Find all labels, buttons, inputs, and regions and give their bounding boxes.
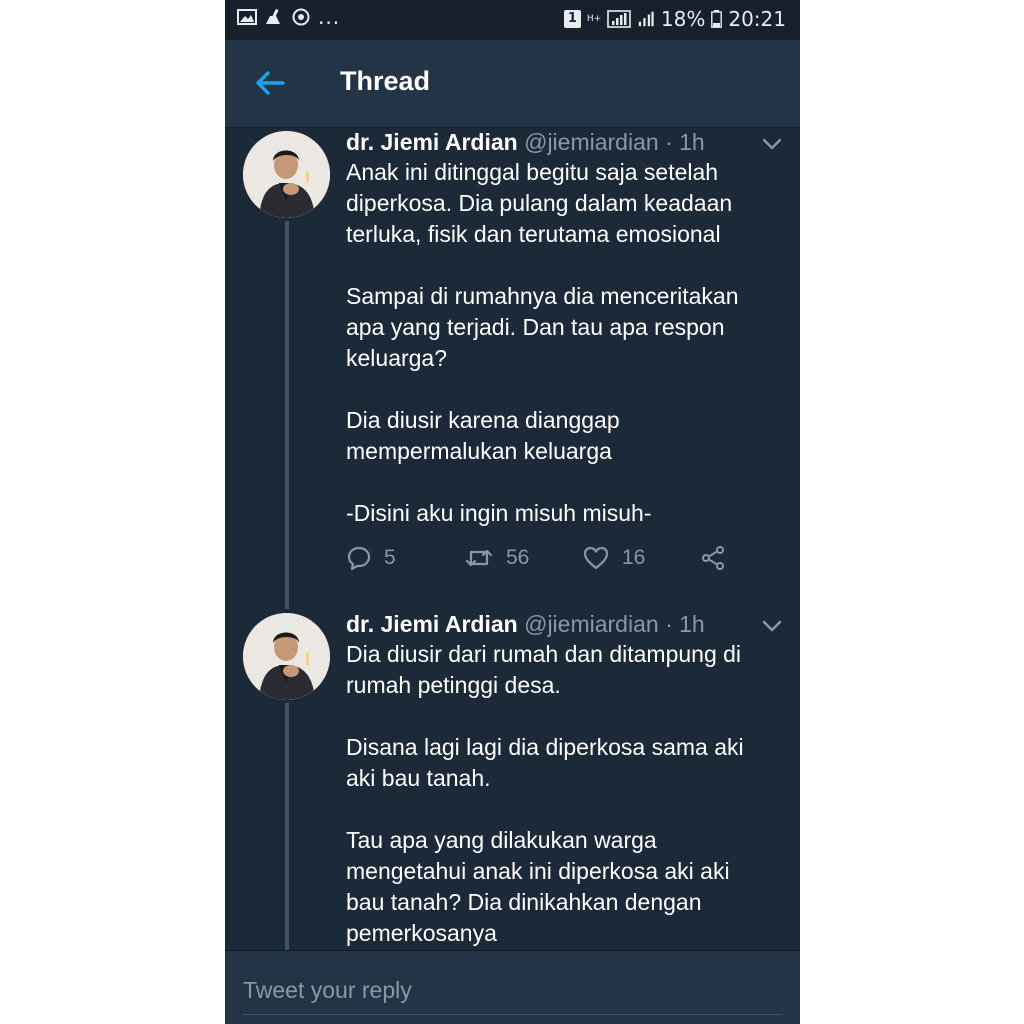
tweet-text: Dia diusir dari rumah dan ditampung di r… (346, 641, 744, 946)
gallery-icon (237, 9, 257, 25)
arrow-left-icon[interactable] (253, 68, 287, 98)
app-header: Thread (225, 40, 800, 128)
retweet-button[interactable]: 56 (464, 545, 529, 571)
page-title: Thread (340, 66, 431, 96)
tweet-text: Anak ini ditinggal begitu saja setelah d… (346, 159, 739, 526)
reply-input[interactable] (243, 971, 763, 1009)
tweet[interactable]: dr. Jiemi Ardian @jiemiardian · 1h Anak … (225, 129, 800, 609)
battery-percent: 18% (660, 7, 706, 31)
signal-bars-icon (638, 11, 654, 27)
tweet[interactable]: dr. Jiemi Ardian @jiemiardian · 1h Dia d… (225, 611, 800, 950)
reply-button[interactable]: 5 (346, 545, 396, 571)
clock: 20:21 (728, 7, 786, 31)
tweet-header: dr. Jiemi Ardian @jiemiardian · 1h (346, 129, 705, 155)
avatar[interactable] (243, 131, 330, 218)
reply-count: 5 (384, 546, 396, 569)
tweet-header: dr. Jiemi Ardian @jiemiardian · 1h (346, 611, 705, 637)
reply-icon (347, 546, 371, 571)
signal-icon (607, 10, 631, 28)
thread-list: dr. Jiemi Ardian @jiemiardian · 1h Anak … (225, 129, 800, 950)
author-handle[interactable]: @jiemiardian (524, 129, 659, 155)
like-button[interactable]: 16 (582, 545, 645, 571)
tweet-time: 1h (679, 129, 705, 155)
author-handle[interactable]: @jiemiardian (524, 611, 659, 637)
tweet-actions: 5 56 16 (346, 545, 746, 575)
retweet-count: 56 (506, 546, 530, 569)
separator: · (665, 129, 673, 155)
sync-icon (292, 8, 310, 26)
retweet-icon (465, 549, 493, 567)
share-button[interactable] (700, 545, 726, 571)
like-count: 16 (622, 546, 646, 569)
thread-connector (285, 703, 289, 950)
tweet-time: 1h (679, 611, 705, 637)
separator: · (665, 611, 673, 637)
status-bar: ... 1 H+ 18% 20:21 (225, 0, 800, 40)
reply-bar (225, 950, 800, 1024)
share-icon (702, 546, 724, 570)
thread-connector (285, 221, 289, 609)
battery-icon (711, 10, 723, 28)
author-name[interactable]: dr. Jiemi Ardian (346, 129, 518, 155)
reply-underline (243, 1014, 783, 1015)
chevron-down-icon[interactable] (761, 137, 783, 151)
chevron-down-icon[interactable] (761, 619, 783, 633)
network-type: H+ (586, 13, 602, 24)
more-notifications: ... (318, 5, 341, 29)
avatar[interactable] (243, 613, 330, 700)
cleaner-icon (266, 8, 280, 24)
sim-icon: 1 (563, 10, 581, 28)
phone-screen: ... 1 H+ 18% 20:21 Thread dr. Jiemi Ardi… (225, 0, 800, 1024)
heart-icon (583, 546, 609, 570)
author-name[interactable]: dr. Jiemi Ardian (346, 611, 518, 637)
